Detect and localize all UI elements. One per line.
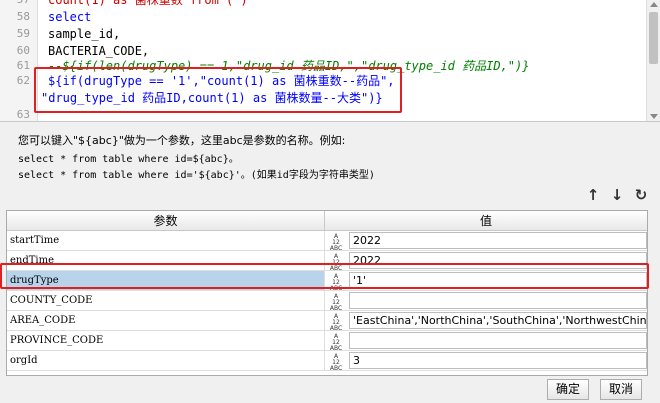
ok-button[interactable]: 确定: [547, 379, 589, 400]
param-name: COUNTY_CODE: [7, 291, 325, 310]
line-number: 59: [16, 27, 30, 40]
editor-scrollbar[interactable]: [646, 0, 660, 121]
help-text-example-1: select * from table where id=${abc}。: [18, 154, 239, 165]
move-up-icon[interactable]: ↑: [584, 186, 602, 204]
line-number: 62: [16, 74, 30, 87]
param-name: orgId: [7, 351, 325, 370]
parameters-table: 参数 值 startTime A 12 ABC 2022 endTime A 12 AB…: [6, 210, 648, 376]
table-header: 参数 值: [7, 211, 647, 231]
highlight-box-row: [0, 263, 649, 289]
param-value-input[interactable]: 'EastChina','NorthChina','SouthChina','N…: [349, 312, 647, 329]
param-value-input[interactable]: [349, 292, 647, 309]
code-text: sample_id,: [48, 27, 121, 41]
line-number: 63: [16, 108, 30, 121]
table-row[interactable]: AREA_CODE A 12 ABC 'EastChina','NorthChina…: [7, 311, 647, 332]
param-name: PROVINCE_CODE: [7, 331, 325, 350]
table-row[interactable]: COUNTY_CODE A 12 ABC: [7, 291, 647, 312]
column-header-param[interactable]: 参数: [7, 211, 325, 231]
param-value-input[interactable]: 2022: [349, 232, 647, 249]
help-text-intro: 您可以键入"${abc}"做为一个参数，这里abc是参数的名称。例如:: [18, 134, 346, 147]
cancel-button[interactable]: 取消: [600, 379, 642, 400]
code-line-58: 58 select: [0, 8, 646, 26]
type-icon[interactable]: A 12 ABC: [325, 332, 347, 352]
code-line-59: 59 sample_id,: [0, 25, 646, 43]
line-number: 58: [16, 10, 30, 23]
code-text: select: [48, 10, 92, 24]
scroll-down-arrow-icon[interactable]: [650, 114, 658, 119]
param-value-input[interactable]: 3: [349, 352, 647, 369]
help-text-example-2: select * from table where id='${abc}'。(如…: [18, 170, 375, 181]
move-down-icon[interactable]: ↓: [608, 186, 626, 204]
table-row[interactable]: startTime A 12 ABC 2022: [7, 231, 647, 252]
refresh-icon[interactable]: ↻: [632, 186, 650, 204]
type-icon[interactable]: A 12 ABC: [325, 312, 347, 332]
highlight-box-code: [34, 67, 402, 113]
table-row[interactable]: orgId A 12 ABC 3: [7, 351, 647, 372]
type-icon[interactable]: A 12 ABC: [325, 292, 347, 312]
param-name: AREA_CODE: [7, 311, 325, 330]
type-icon[interactable]: A 12 ABC: [325, 352, 347, 372]
param-name: startTime: [7, 231, 325, 250]
type-icon[interactable]: A 12 ABC: [325, 232, 347, 252]
table-row[interactable]: PROVINCE_CODE A 12 ABC: [7, 331, 647, 352]
param-value-input[interactable]: [349, 332, 647, 349]
column-header-value[interactable]: 值: [325, 211, 647, 231]
scroll-up-arrow-icon[interactable]: [650, 2, 658, 7]
scroll-thumb[interactable]: [649, 12, 658, 64]
